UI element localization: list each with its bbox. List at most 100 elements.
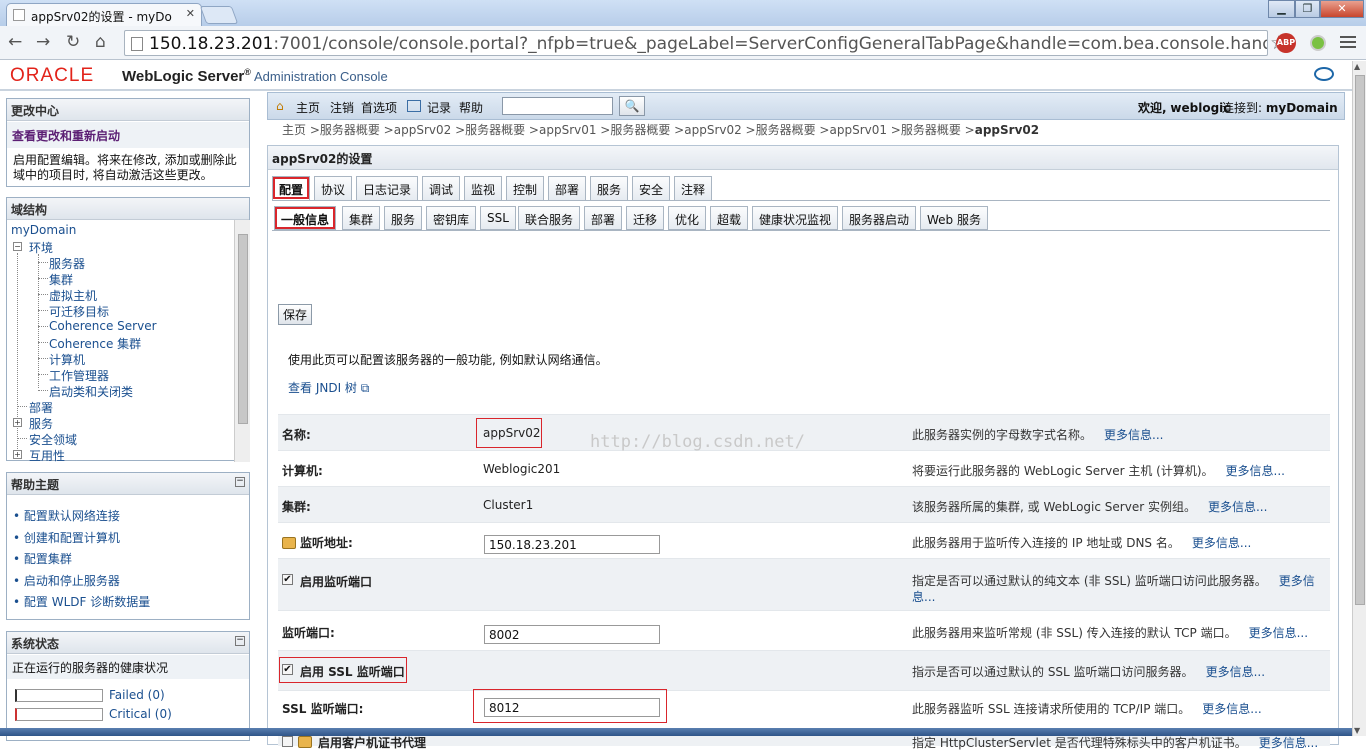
jndi-link[interactable]: 查看 JNDI 树 ⧉ <box>288 379 369 396</box>
subtab-tuning[interactable]: 优化 <box>668 206 707 230</box>
tree-coherence-cluster[interactable]: Coherence 集群 <box>49 335 141 352</box>
tab-control[interactable]: 控制 <box>506 176 545 200</box>
help-link[interactable]: 配置集群 <box>24 552 72 566</box>
home-link[interactable]: 主页 <box>296 99 320 116</box>
subtab-health[interactable]: 健康状况监视 <box>752 206 839 230</box>
tree-machines[interactable]: 计算机 <box>49 351 85 368</box>
subtab-overload[interactable]: 超载 <box>710 206 749 230</box>
logout-link[interactable]: 注销 <box>330 99 354 116</box>
tab-monitoring[interactable]: 监视 <box>464 176 503 200</box>
help-item[interactable]: • 创建和配置计算机 <box>13 528 150 550</box>
jndi-link-text[interactable]: 查看 JNDI 树 <box>288 381 357 395</box>
tree-security-realms[interactable]: 安全领域 <box>29 431 77 448</box>
tree-domain-root[interactable]: myDomain <box>11 223 76 237</box>
close-window-button[interactable]: ✕ <box>1320 0 1364 18</box>
help-link[interactable]: 启动和停止服务器 <box>24 574 120 588</box>
page-scrollbar-thumb[interactable] <box>1355 75 1365 605</box>
collapse-panel-icon[interactable]: − <box>235 636 245 646</box>
more-info-link-cont[interactable]: 息... <box>912 590 935 604</box>
more-info-link[interactable]: 更多信息... <box>1208 500 1267 514</box>
expand-icon[interactable]: + <box>13 418 22 427</box>
tree-clusters[interactable]: 集群 <box>49 271 73 288</box>
scroll-up-icon[interactable]: ▲ <box>1354 62 1360 71</box>
minimize-window-button[interactable]: ▁ <box>1268 0 1295 18</box>
more-info-link[interactable]: 更多信息... <box>1226 464 1285 478</box>
more-info-link[interactable]: 更多信息... <box>1206 665 1265 679</box>
home-icon[interactable]: ⌂ <box>95 32 106 52</box>
search-button[interactable]: 🔍 <box>619 96 645 116</box>
help-item[interactable]: • 配置集群 <box>13 549 150 571</box>
collapse-panel-icon[interactable]: − <box>235 477 245 487</box>
close-tab-icon[interactable]: ✕ <box>186 7 195 20</box>
back-icon[interactable]: ← <box>8 32 22 52</box>
maximize-window-button[interactable]: ❐ <box>1295 0 1320 18</box>
subtab-deployment[interactable]: 部署 <box>584 206 623 230</box>
subtab-general[interactable]: 一般信息 <box>274 206 337 230</box>
more-info-link[interactable]: 更多信息... <box>1259 736 1318 750</box>
record-link[interactable]: 记录 <box>427 99 451 116</box>
subtab-ssl[interactable]: SSL <box>480 206 516 230</box>
listen-port-input[interactable]: 8002 <box>484 625 660 644</box>
tab-configuration[interactable]: 配置 <box>272 176 311 200</box>
tab-deployments[interactable]: 部署 <box>548 176 587 200</box>
subtab-federation[interactable]: 联合服务 <box>518 206 581 230</box>
tree-virtual-hosts[interactable]: 虚拟主机 <box>49 287 97 304</box>
record-icon[interactable] <box>407 100 421 112</box>
tab-protocols[interactable]: 协议 <box>314 176 353 200</box>
adblock-icon[interactable]: ABP <box>1276 33 1296 53</box>
help-link[interactable]: 配置默认网络连接 <box>24 509 120 523</box>
address-bar[interactable]: 150.18.23.201:7001/console/console.porta… <box>124 30 1268 56</box>
tree-scrollbar[interactable] <box>234 220 250 462</box>
help-item[interactable]: • 启动和停止服务器 <box>13 571 150 593</box>
collapse-icon[interactable]: − <box>13 242 22 251</box>
forward-icon[interactable]: → <box>36 32 50 52</box>
listen-address-input[interactable]: 150.18.23.201 <box>484 535 660 554</box>
more-info-link[interactable]: 更多信 <box>1279 574 1315 588</box>
new-tab-button[interactable] <box>199 6 239 24</box>
subtab-web-services[interactable]: Web 服务 <box>920 206 988 230</box>
browser-menu-icon[interactable] <box>1340 36 1356 38</box>
more-info-link[interactable]: 更多信息... <box>1249 626 1308 640</box>
tree-servers[interactable]: 服务器 <box>49 255 85 272</box>
help-link[interactable]: 创建和配置计算机 <box>24 531 120 545</box>
subtab-keystores[interactable]: 密钥库 <box>426 206 477 230</box>
more-info-link[interactable]: 更多信息... <box>1104 428 1163 442</box>
tree-environment[interactable]: 环境 <box>29 239 53 256</box>
tree-migratable-targets[interactable]: 可迁移目标 <box>49 303 109 320</box>
tree-scrollbar-thumb[interactable] <box>238 234 248 424</box>
breadcrumb-path[interactable]: 主页 >服务器概要 >appSrv02 >服务器概要 >appSrv01 >服务… <box>282 123 975 137</box>
failed-count[interactable]: Failed (0) <box>109 688 165 702</box>
help-item[interactable]: • 配置 WLDF 诊断数据量 <box>13 592 150 614</box>
tab-notes[interactable]: 注释 <box>674 176 713 200</box>
tab-services[interactable]: 服务 <box>590 176 629 200</box>
expand-icon[interactable]: + <box>13 450 22 459</box>
page-scrollbar[interactable]: ▲ ▼ <box>1352 61 1366 736</box>
more-info-link[interactable]: 更多信息... <box>1202 702 1261 716</box>
subtab-server-start[interactable]: 服务器启动 <box>842 206 917 230</box>
tree-work-managers[interactable]: 工作管理器 <box>49 367 109 384</box>
subtab-cluster[interactable]: 集群 <box>342 206 381 230</box>
tree-services[interactable]: 服务 <box>29 415 53 432</box>
critical-count[interactable]: Critical (0) <box>109 707 172 721</box>
tree-deployments[interactable]: 部署 <box>29 399 53 416</box>
help-link[interactable]: 帮助 <box>459 99 483 116</box>
save-button[interactable]: 保存 <box>278 304 313 325</box>
tab-logging[interactable]: 日志记录 <box>356 176 419 200</box>
reload-icon[interactable]: ↻ <box>66 32 80 52</box>
ssl-enabled-checkbox[interactable]: ✔ <box>282 664 293 675</box>
preferences-link[interactable]: 首选项 <box>361 99 397 116</box>
tree-startup-shutdown[interactable]: 启动类和关闭类 <box>49 383 133 400</box>
help-item[interactable]: • 配置默认网络连接 <box>13 506 150 528</box>
subtab-services[interactable]: 服务 <box>384 206 423 230</box>
subtab-migration[interactable]: 迁移 <box>626 206 665 230</box>
more-info-link[interactable]: 更多信息... <box>1192 536 1251 550</box>
help-link[interactable]: 配置 WLDF 诊断数据量 <box>24 595 150 609</box>
tree-coherence-server[interactable]: Coherence Server <box>49 319 157 333</box>
tab-debug[interactable]: 调试 <box>422 176 461 200</box>
extension-icon[interactable] <box>1310 35 1326 51</box>
ssl-port-input[interactable]: 8012 <box>484 698 660 717</box>
client-cert-checkbox[interactable] <box>282 736 293 747</box>
tab-security[interactable]: 安全 <box>632 176 671 200</box>
search-input[interactable] <box>502 97 613 115</box>
home-icon[interactable]: ⌂ <box>276 99 284 113</box>
